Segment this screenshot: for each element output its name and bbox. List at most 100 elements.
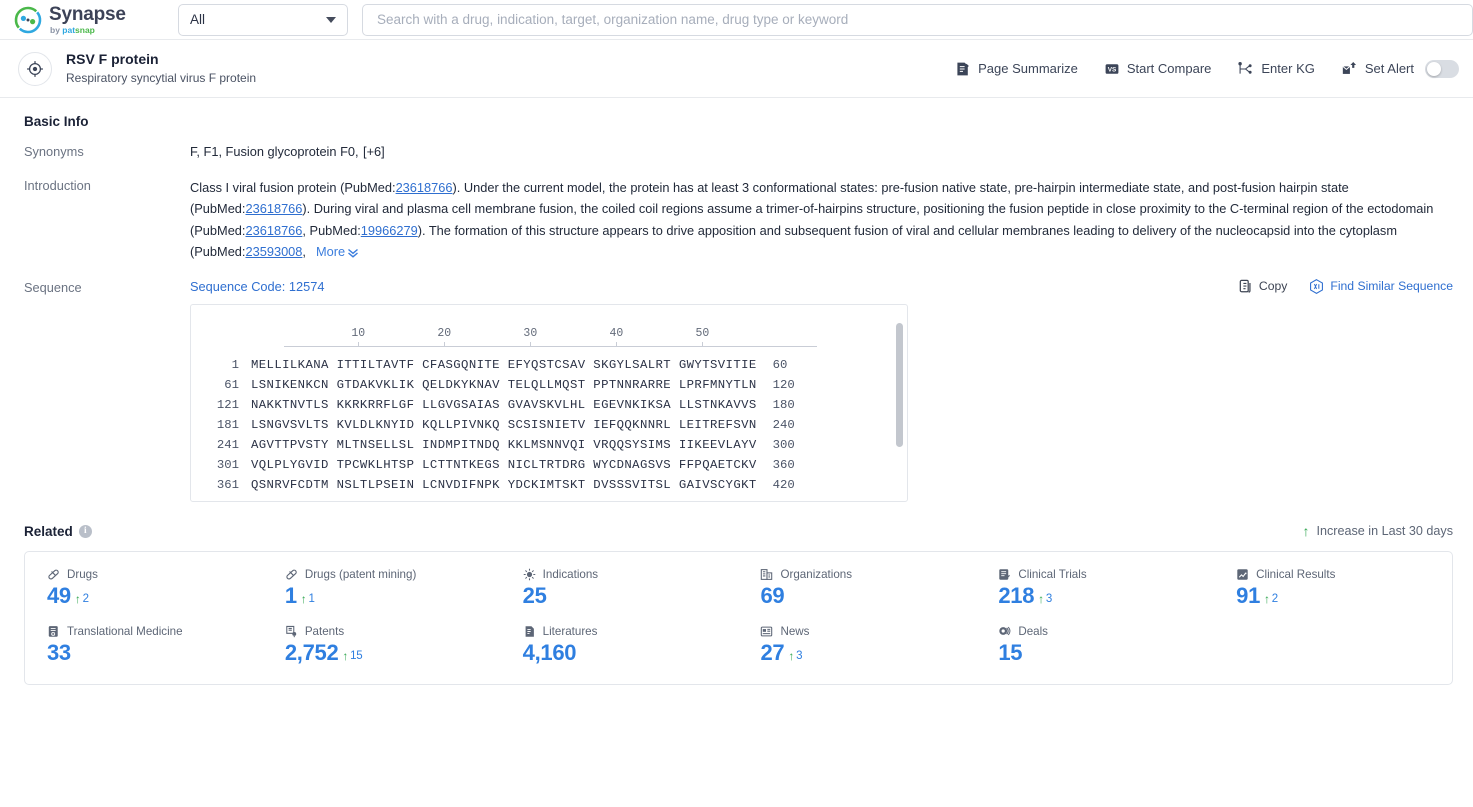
page-summarize-icon	[955, 61, 971, 77]
related-metric-deals[interactable]: Deals 15	[976, 625, 1214, 666]
related-metric-indications[interactable]: Indications 25	[501, 568, 739, 609]
related-metric-value[interactable]: 33	[47, 640, 71, 666]
sequence-code[interactable]: Sequence Code: 12574	[190, 279, 324, 294]
enter-kg-label: Enter KG	[1261, 61, 1315, 76]
basic-info-heading: Basic Info	[24, 114, 89, 129]
related-metric-organizations[interactable]: Organizations 69	[738, 568, 976, 609]
synonyms-more-link[interactable]: [+6]	[363, 144, 385, 159]
synonyms-row: Synonyms F, F1, Fusion glycoprotein F0, …	[24, 143, 1453, 161]
sequence-line: 1 MELLILKANA ITTILTAVTF CFASGQNITE EFYQST…	[191, 355, 907, 375]
sequence-end-index: 240	[772, 417, 795, 432]
related-metric-patents[interactable]: Patents 2,752 ↑ 15	[263, 625, 501, 666]
sequence-scrollbar[interactable]	[896, 322, 903, 447]
related-metric-label: News	[780, 624, 810, 638]
page-summarize-button[interactable]: Page Summarize	[955, 61, 1078, 77]
related-metric-value-row: 25	[523, 583, 739, 609]
set-alert-control[interactable]: Set Alert	[1341, 59, 1459, 78]
related-metric-value[interactable]: 25	[523, 583, 547, 609]
related-metric-delta-value: 3	[1045, 592, 1052, 605]
related-metric-label: Translational Medicine	[67, 624, 183, 638]
related-metric-value[interactable]: 49	[47, 583, 71, 609]
related-metric-value[interactable]: 69	[760, 583, 784, 609]
search-input[interactable]	[375, 11, 1460, 28]
pubmed-link[interactable]: 19966279	[361, 223, 418, 238]
global-search-box[interactable]	[362, 3, 1473, 36]
related-metric-translational-medicine[interactable]: Translational Medicine 33	[25, 625, 263, 666]
ruler-tick	[616, 341, 618, 347]
find-similar-sequence-button[interactable]: Find Similar Sequence	[1309, 278, 1453, 294]
sequence-rows: 1 MELLILKANA ITTILTAVTF CFASGQNITE EFYQST…	[191, 347, 907, 495]
pubmed-link[interactable]: 23618766	[245, 201, 302, 216]
introduction-label: Introduction	[24, 178, 91, 193]
pubmed-link[interactable]: 23593008	[245, 244, 302, 259]
sequence-label: Sequence	[24, 279, 82, 295]
svg-text:VS: VS	[1108, 66, 1117, 73]
related-metric-value[interactable]: 91	[1236, 583, 1260, 609]
related-metric-clinical-trials[interactable]: Clinical Trials 218 ↑ 3	[976, 568, 1214, 609]
arrow-up-icon: ↑	[74, 591, 81, 606]
related-grid: Drugs 49 ↑ 2 Drugs (patent mining) 1 ↑ 1 Indicat…	[25, 568, 1452, 666]
search-scope-select[interactable]: All	[178, 3, 348, 36]
chevron-double-down-icon	[347, 248, 359, 259]
sequence-end-index: 180	[772, 397, 795, 412]
related-metric-header: Translational Medicine	[47, 625, 263, 638]
related-metric-delta: ↑ 1	[301, 593, 315, 605]
related-metric-value-row: 2,752 ↑ 15	[285, 640, 501, 666]
related-metric-drugs-patent-mining[interactable]: Drugs (patent mining) 1 ↑ 1	[263, 568, 501, 609]
related-metric-delta: ↑ 3	[788, 650, 802, 662]
find-similar-label: Find Similar Sequence	[1330, 279, 1453, 294]
related-metric-label: Literatures	[542, 624, 598, 638]
copy-sequence-button[interactable]: Copy	[1239, 279, 1287, 294]
sequence-viewer[interactable]: 10 20 30 40 50 1 MELLILKANA ITTILTAVTF CFASGQ…	[190, 303, 908, 502]
copy-icon	[1239, 279, 1253, 294]
related-metric-value[interactable]: 4,160	[523, 640, 577, 666]
info-icon[interactable]: i	[78, 524, 92, 538]
pill-icon	[47, 568, 60, 581]
logo-title: Synapse	[49, 3, 126, 25]
sequence-line: 121 NAKKTNVTLS KKRKRRFLGF LLGVGSAIAS GVAV…	[191, 395, 907, 415]
introduction-fragment: ,	[302, 244, 306, 260]
pubmed-link[interactable]: 23618766	[245, 223, 302, 238]
related-heading: Related	[24, 523, 73, 539]
top-bar: Synapse by patsnap All	[0, 0, 1473, 40]
related-card: Drugs 49 ↑ 2 Drugs (patent mining) 1 ↑ 1 Indicat…	[24, 550, 1453, 685]
related-metric-literatures[interactable]: Literatures 4,160	[501, 625, 739, 666]
related-metric-delta: ↑ 3	[1038, 593, 1052, 605]
synapse-logo-icon	[14, 6, 42, 34]
ruler-tick-label: 40	[609, 326, 624, 340]
sequence-start-index: 241	[216, 437, 239, 452]
sequence-end-index: 360	[772, 457, 795, 472]
related-metric-delta-value: 15	[350, 649, 363, 662]
alert-bell-icon	[1341, 61, 1358, 76]
arrow-up-icon: ↑	[1264, 591, 1270, 606]
related-metric-value[interactable]: 2,752	[285, 640, 339, 666]
related-metric-drugs[interactable]: Drugs 49 ↑ 2	[25, 568, 263, 609]
set-alert-toggle[interactable]	[1425, 59, 1459, 78]
related-metric-label: Organizations	[780, 567, 853, 581]
related-metric-value[interactable]: 218	[998, 583, 1034, 609]
copy-label: Copy	[1258, 279, 1288, 294]
page-subtitle: Respiratory syncytial virus F protein	[66, 70, 257, 85]
introduction-more-link[interactable]: More	[316, 244, 359, 259]
related-metric-clinical-results[interactable]: Clinical Results 91 ↑ 2	[1214, 568, 1452, 609]
related-metric-value[interactable]: 15	[998, 640, 1022, 666]
synapse-logo[interactable]: Synapse by patsnap	[14, 5, 164, 35]
start-compare-button[interactable]: VS Start Compare	[1104, 61, 1212, 77]
related-metric-value-row: 69	[760, 583, 976, 609]
related-metric-value[interactable]: 1	[285, 583, 297, 609]
chevron-down-icon	[326, 16, 336, 23]
pubmed-link[interactable]: 23618766	[396, 180, 453, 195]
start-compare-label: Start Compare	[1126, 61, 1212, 76]
ruler-tick-label: 50	[695, 326, 710, 340]
related-metric-header: Patents	[285, 625, 501, 638]
set-alert-label: Set Alert	[1364, 61, 1414, 76]
related-metric-value[interactable]: 27	[760, 640, 784, 666]
ruler-tick-label: 20	[437, 326, 452, 340]
introduction-fragment: Class I viral fusion protein (PubMed:	[190, 180, 396, 195]
related-metric-news[interactable]: News 27 ↑ 3	[738, 625, 976, 666]
related-metric-value-row: 33	[47, 640, 263, 666]
main-content: Basic Info Synonyms F, F1, Fusion glycop…	[0, 98, 1473, 685]
patent-icon	[285, 625, 298, 638]
enter-kg-button[interactable]: Enter KG	[1237, 61, 1315, 77]
virus-icon	[523, 568, 536, 581]
